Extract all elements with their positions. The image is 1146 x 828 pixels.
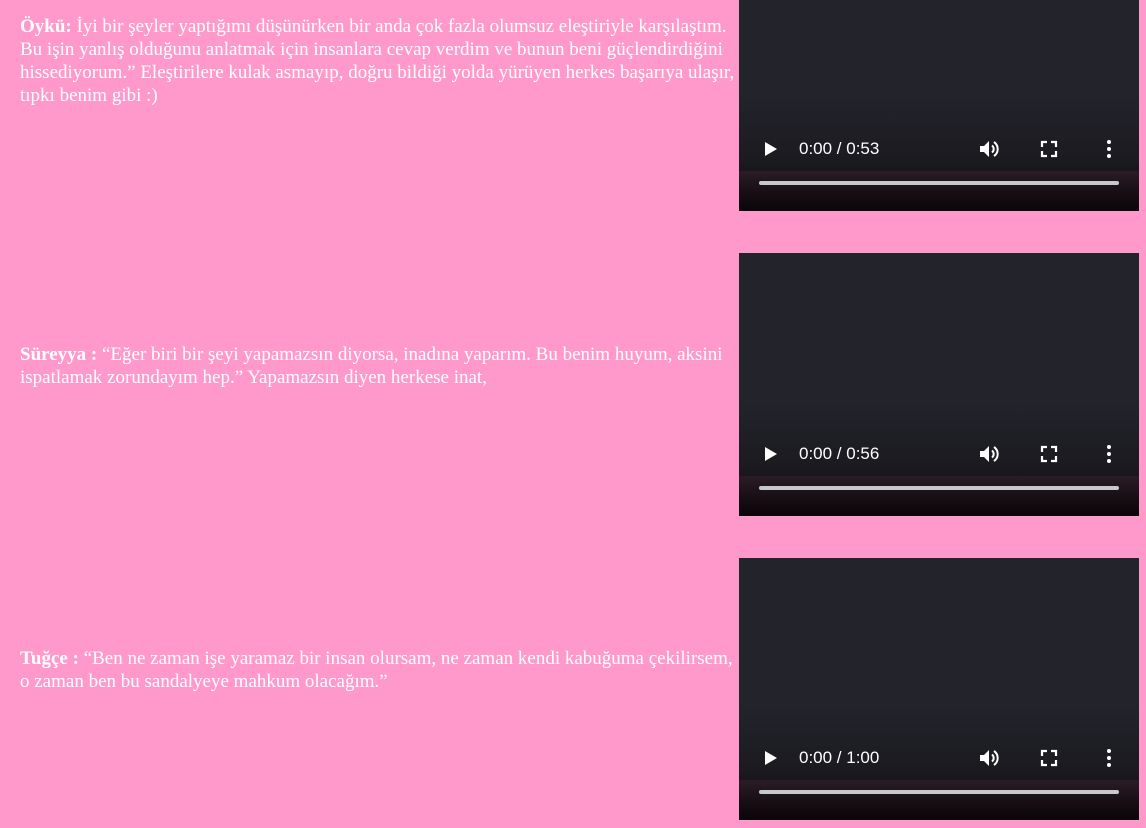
video-2-time: 0:00 / 0:56 xyxy=(799,444,880,463)
more-options-icon[interactable] xyxy=(1097,746,1121,770)
video-2-controls: 0:00 / 0:56 xyxy=(739,434,1139,474)
video-player-3[interactable]: 0:00 / 1:00 xyxy=(739,558,1139,820)
testimonial-1-text: İyi bir şeyler yaptığımı düşünürken bir … xyxy=(20,16,735,106)
testimonial-1: Öykü: İyi bir şeyler yaptığımı düşünürke… xyxy=(20,15,736,107)
testimonial-2-name: Süreyya : xyxy=(20,344,98,365)
video-3-controls: 0:00 / 1:00 xyxy=(739,738,1139,778)
video-3-time: 0:00 / 1:00 xyxy=(799,748,880,767)
video-3-progress-bar[interactable] xyxy=(759,790,1119,794)
video-1-controls: 0:00 / 0:53 xyxy=(739,129,1139,169)
fullscreen-icon[interactable] xyxy=(1037,442,1061,466)
more-options-icon[interactable] xyxy=(1097,442,1121,466)
volume-icon[interactable] xyxy=(977,442,1001,466)
video-1-progress-bar[interactable] xyxy=(759,181,1119,185)
testimonial-2: Süreyya : “Eğer biri bir şeyi yapamazsın… xyxy=(20,343,736,389)
fullscreen-icon[interactable] xyxy=(1037,137,1061,161)
volume-icon[interactable] xyxy=(977,137,1001,161)
testimonials-page: Öykü: İyi bir şeyler yaptığımı düşünürke… xyxy=(0,0,1146,828)
video-player-1[interactable]: 0:00 / 0:53 xyxy=(739,0,1139,211)
testimonial-1-name: Öykü: xyxy=(20,16,72,37)
video-1-time: 0:00 / 0:53 xyxy=(799,139,880,158)
testimonial-3: Tuğçe : “Ben ne zaman işe yaramaz bir in… xyxy=(20,647,736,693)
video-2-progress-bar[interactable] xyxy=(759,486,1119,490)
more-options-icon[interactable] xyxy=(1097,137,1121,161)
testimonial-3-text: “Ben ne zaman işe yaramaz bir insan olur… xyxy=(20,648,733,692)
video-player-2[interactable]: 0:00 / 0:56 xyxy=(739,253,1139,516)
play-icon[interactable] xyxy=(758,746,782,770)
testimonial-3-name: Tuğçe : xyxy=(20,648,79,669)
fullscreen-icon[interactable] xyxy=(1037,746,1061,770)
testimonial-2-text: “Eğer biri bir şeyi yapamazsın diyorsa, … xyxy=(20,344,723,388)
volume-icon[interactable] xyxy=(977,746,1001,770)
play-icon[interactable] xyxy=(758,137,782,161)
play-icon[interactable] xyxy=(758,442,782,466)
